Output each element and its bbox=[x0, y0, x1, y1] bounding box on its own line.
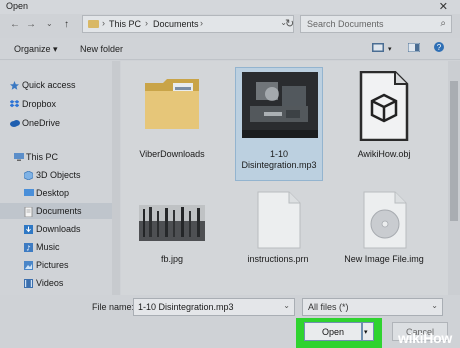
cloud-icon bbox=[10, 119, 20, 127]
file-name-value: 1-10 Disintegration.mp3 bbox=[138, 302, 234, 312]
sidebar-item-quick-access[interactable]: Quick access bbox=[10, 77, 122, 93]
chevron-right-icon: › bbox=[200, 18, 203, 28]
organize-button[interactable]: Organize ▾ bbox=[14, 44, 58, 55]
sidebar-item-label: Pictures bbox=[36, 260, 69, 270]
open-button-label: Open bbox=[321, 327, 345, 337]
file-name: AwikiHow.obj bbox=[357, 149, 411, 159]
search-icon: ⌕ bbox=[440, 18, 446, 29]
svg-text:♪: ♪ bbox=[26, 245, 30, 253]
videos-icon bbox=[24, 279, 33, 288]
open-file-dialog: Open ✕ ← → ⌄ ↑ › This PC › Documents › ⌄… bbox=[0, 0, 460, 348]
new-folder-button[interactable]: New folder bbox=[80, 44, 123, 54]
sidebar-item-label: Quick access bbox=[22, 80, 76, 90]
blank-file-icon bbox=[257, 191, 301, 249]
file-item-disintegration-mp3[interactable]: 1-10 Disintegration.mp3 bbox=[235, 67, 323, 181]
breadcrumb-documents[interactable]: Documents bbox=[153, 19, 199, 29]
back-arrow-icon[interactable]: ← bbox=[10, 19, 20, 30]
image-thumbnail-icon bbox=[139, 205, 205, 241]
up-arrow-icon[interactable]: ↑ bbox=[64, 19, 69, 30]
sidebar-item-label: Dropbox bbox=[22, 99, 57, 109]
folder-icon bbox=[143, 75, 201, 129]
chevron-down-icon: ⌄ bbox=[431, 301, 438, 310]
obj-file-icon bbox=[359, 70, 409, 142]
sidebar-item-this-pc[interactable]: This PC bbox=[14, 149, 126, 165]
sidebar-item-label: This PC bbox=[26, 152, 59, 162]
file-name: New Image File.img bbox=[344, 254, 424, 264]
chevron-down-icon[interactable]: ⌄ bbox=[283, 301, 290, 310]
album-art-icon bbox=[242, 72, 318, 138]
sidebar-item-dropbox[interactable]: Dropbox bbox=[9, 96, 122, 112]
file-item-awikihow-obj[interactable]: AwikiHow.obj bbox=[341, 69, 427, 179]
file-name-input[interactable]: 1-10 Disintegration.mp3 ⌄ bbox=[133, 298, 295, 316]
download-icon bbox=[24, 225, 33, 234]
help-icon[interactable]: ? bbox=[434, 42, 444, 52]
breadcrumb-this-pc[interactable]: This PC bbox=[109, 19, 141, 29]
file-name: fb.jpg bbox=[160, 254, 184, 264]
forward-arrow-icon[interactable]: → bbox=[26, 19, 36, 30]
search-placeholder: Search Documents bbox=[307, 19, 384, 29]
folder-icon bbox=[88, 20, 99, 28]
open-dropdown-button[interactable]: ▾ bbox=[362, 322, 374, 341]
file-item-new-image-file[interactable]: New Image File.img bbox=[341, 189, 427, 299]
sidebar-item-onedrive[interactable]: OneDrive bbox=[10, 115, 122, 131]
close-icon[interactable]: ✕ bbox=[439, 0, 448, 13]
address-bar[interactable]: › This PC › Documents › ⌄ bbox=[82, 15, 294, 33]
view-dropdown-icon[interactable]: ▾ bbox=[388, 45, 392, 53]
file-pane-scrollbar[interactable] bbox=[448, 61, 460, 295]
sidebar-item-label: Documents bbox=[36, 206, 82, 216]
file-name: 1-10 Disintegration.mp3 bbox=[241, 149, 317, 170]
sidebar-item-label: OneDrive bbox=[22, 118, 61, 128]
recent-locations-chevron-icon[interactable]: ⌄ bbox=[46, 19, 53, 28]
file-type-select[interactable]: All files (*) ⌄ bbox=[302, 298, 443, 316]
file-name: instructions.prn bbox=[247, 254, 309, 264]
chevron-right-icon: › bbox=[102, 18, 105, 28]
dropbox-icon bbox=[9, 100, 20, 108]
file-item-viberdownloads[interactable]: ViberDownloads bbox=[129, 69, 215, 179]
file-name-label: File name: bbox=[92, 302, 135, 312]
view-options-icon[interactable] bbox=[372, 43, 384, 52]
title-bar: Open ✕ bbox=[0, 0, 460, 14]
music-icon: ♪ bbox=[24, 243, 33, 253]
navigation-pane: Quick access Dropbox OneDrive This PC 3D… bbox=[0, 61, 120, 295]
sidebar-item-label: Music bbox=[36, 242, 60, 252]
preview-pane-icon[interactable] bbox=[407, 42, 421, 53]
cube-icon bbox=[23, 170, 34, 181]
sidebar-item-label: 3D Objects bbox=[36, 170, 81, 180]
sidebar-item-label: Videos bbox=[36, 278, 64, 288]
search-box[interactable]: Search Documents ⌕ bbox=[300, 15, 452, 33]
sidebar-item-label: Downloads bbox=[36, 224, 81, 234]
desktop-icon bbox=[24, 189, 34, 197]
scrollbar-thumb[interactable] bbox=[450, 81, 458, 221]
documents-icon bbox=[24, 206, 33, 218]
chevron-down-icon: ▾ bbox=[364, 329, 368, 336]
file-item-instructions-prn[interactable]: instructions.prn bbox=[235, 189, 321, 299]
window-title: Open bbox=[6, 1, 29, 11]
svg-text:?: ? bbox=[437, 43, 442, 52]
refresh-icon[interactable]: ↻ bbox=[285, 17, 294, 30]
file-list-pane: ViberDownloads 1-10 Disintegration.mp3 A… bbox=[121, 61, 448, 295]
chevron-right-icon: › bbox=[145, 18, 148, 28]
file-type-value: All files (*) bbox=[308, 302, 349, 312]
computer-icon bbox=[14, 153, 24, 161]
sidebar-item-documents[interactable]: Documents bbox=[0, 203, 112, 219]
sidebar-item-label: Desktop bbox=[36, 188, 70, 198]
disc-image-icon bbox=[363, 191, 407, 249]
open-button[interactable]: Open bbox=[304, 322, 362, 341]
sidebar-scrollbar[interactable] bbox=[112, 61, 120, 295]
file-item-fb-jpg[interactable]: fb.jpg bbox=[129, 193, 215, 303]
star-icon bbox=[10, 81, 19, 90]
command-bar: Organize ▾ New folder ▾ ? bbox=[0, 38, 460, 60]
pictures-icon bbox=[24, 261, 33, 270]
wikihow-watermark: wikiHow bbox=[398, 330, 452, 346]
file-name: ViberDownloads bbox=[139, 149, 205, 159]
